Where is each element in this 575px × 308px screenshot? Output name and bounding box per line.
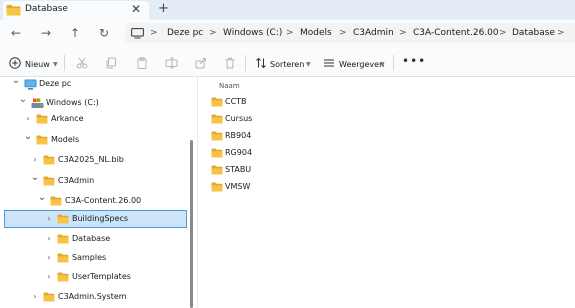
chevron-down-icon[interactable]: ⌄ bbox=[23, 132, 33, 142]
breadcrumb-c3a-content[interactable]: C3A-Content.26.00 bbox=[413, 27, 499, 39]
file-item-stabu[interactable]: STABU bbox=[225, 165, 251, 175]
tree-item-c3a2025-nl-bib[interactable]: C3A2025_NL.bib bbox=[58, 155, 124, 165]
view-list-icon bbox=[323, 57, 335, 69]
folder-icon bbox=[36, 114, 48, 124]
tree-item-deze-pc[interactable]: Deze pc bbox=[39, 79, 71, 89]
file-item-vmsw[interactable]: VMSW bbox=[225, 182, 250, 192]
add-circle-icon bbox=[9, 57, 21, 69]
tree-item-samples[interactable]: Samples bbox=[72, 253, 106, 263]
chevron-down-icon[interactable]: ⌄ bbox=[18, 95, 28, 105]
column-header-name[interactable]: Naam bbox=[219, 82, 240, 91]
file-item-rb904[interactable]: RB904 bbox=[225, 131, 251, 141]
chevron-right-icon[interactable]: › bbox=[44, 272, 54, 282]
close-tab-icon[interactable]: ✕ bbox=[131, 1, 141, 17]
tree-scrollbar[interactable] bbox=[190, 140, 193, 308]
sort-icon bbox=[255, 57, 267, 69]
tab-title: Database bbox=[25, 4, 68, 14]
tree-item-buildingspecs[interactable]: BuildingSpecs bbox=[72, 214, 128, 224]
breadcrumb-separator: > bbox=[339, 28, 347, 38]
delete-icon[interactable] bbox=[224, 57, 236, 69]
more-options-icon[interactable]: ••• bbox=[402, 55, 426, 67]
breadcrumb-separator: > bbox=[499, 28, 507, 38]
chevron-right-icon[interactable]: › bbox=[44, 214, 54, 224]
chevron-right-icon[interactable]: › bbox=[30, 155, 40, 165]
share-icon[interactable] bbox=[195, 57, 207, 69]
chevron-down-icon[interactable]: ▼ bbox=[53, 59, 58, 70]
tree-item-database[interactable]: Database bbox=[72, 234, 110, 244]
tree-item-usertemplates[interactable]: UserTemplates bbox=[72, 272, 131, 282]
folder-icon bbox=[211, 165, 223, 175]
folder-icon bbox=[211, 148, 223, 158]
breadcrumb-windows-c[interactable]: Windows (C:) bbox=[223, 27, 282, 39]
chevron-right-icon[interactable]: › bbox=[44, 234, 54, 244]
computer-icon bbox=[24, 79, 37, 90]
folder-icon bbox=[211, 97, 223, 107]
breadcrumb-models[interactable]: Models bbox=[300, 27, 332, 39]
breadcrumb-deze-pc[interactable]: Deze pc bbox=[167, 27, 203, 39]
chevron-down-icon[interactable]: ▼ bbox=[306, 59, 311, 70]
breadcrumb-separator: > bbox=[286, 28, 294, 38]
file-item-cctb[interactable]: CCTB bbox=[225, 97, 247, 107]
sort-button[interactable]: Sorteren bbox=[270, 59, 304, 70]
breadcrumb-separator: > bbox=[557, 28, 565, 38]
folder-icon bbox=[211, 131, 223, 141]
breadcrumb-database[interactable]: Database bbox=[512, 27, 555, 39]
chevron-right-icon[interactable]: › bbox=[30, 292, 40, 302]
breadcrumb-separator: > bbox=[150, 28, 158, 38]
file-item-cursus[interactable]: Cursus bbox=[225, 114, 252, 124]
breadcrumb-c3admin[interactable]: C3Admin bbox=[353, 27, 394, 39]
tree-item-c3admin-system[interactable]: C3Admin.System bbox=[58, 292, 127, 302]
forward-icon[interactable]: → bbox=[39, 27, 53, 40]
folder-icon bbox=[50, 196, 62, 206]
folder-icon bbox=[6, 4, 21, 16]
cut-icon[interactable] bbox=[76, 57, 88, 69]
chevron-down-icon[interactable]: ⌄ bbox=[30, 173, 40, 183]
folder-icon bbox=[43, 155, 55, 165]
chevron-down-icon[interactable]: ▼ bbox=[380, 59, 385, 70]
toolbar-divider bbox=[245, 55, 246, 71]
folder-icon bbox=[211, 114, 223, 124]
file-item-rg904[interactable]: RG904 bbox=[225, 148, 252, 158]
monitor-icon bbox=[131, 28, 144, 39]
tree-item-models[interactable]: Models bbox=[51, 135, 79, 145]
chevron-down-icon[interactable]: ⌄ bbox=[11, 76, 21, 86]
up-icon[interactable]: ↑ bbox=[68, 27, 82, 40]
tree-item-arkance[interactable]: Arkance bbox=[51, 114, 84, 124]
refresh-icon[interactable]: ↻ bbox=[97, 27, 111, 40]
folder-icon bbox=[57, 272, 69, 282]
folder-icon bbox=[57, 234, 69, 244]
toolbar-divider bbox=[64, 55, 65, 71]
breadcrumb-separator: > bbox=[399, 28, 407, 38]
tree-item-windows-c[interactable]: Windows (C:) bbox=[46, 98, 99, 108]
view-button[interactable]: Weergeven bbox=[339, 59, 384, 70]
copy-icon[interactable] bbox=[105, 57, 117, 69]
chevron-right-icon[interactable]: › bbox=[23, 114, 33, 124]
paste-icon[interactable] bbox=[136, 57, 148, 69]
folder-icon bbox=[57, 253, 69, 263]
new-tab-button[interactable]: + bbox=[158, 0, 169, 18]
toolbar-divider bbox=[393, 55, 394, 71]
rename-icon[interactable] bbox=[165, 57, 178, 69]
folder-icon bbox=[36, 135, 48, 145]
tree-item-c3admin[interactable]: C3Admin bbox=[58, 176, 94, 186]
folder-icon bbox=[57, 214, 69, 224]
chevron-right-icon[interactable]: › bbox=[44, 253, 54, 263]
back-icon[interactable]: ← bbox=[9, 27, 23, 40]
folder-icon bbox=[43, 176, 55, 186]
chevron-down-icon[interactable]: ⌄ bbox=[37, 193, 47, 203]
drive-icon bbox=[31, 98, 44, 109]
folder-icon bbox=[211, 182, 223, 192]
folder-icon bbox=[43, 292, 55, 302]
tree-item-c3a-content[interactable]: C3A-Content.26.00 bbox=[65, 196, 141, 206]
pane-divider[interactable] bbox=[197, 76, 198, 308]
new-button[interactable]: Nieuw bbox=[25, 59, 50, 70]
breadcrumb-separator: > bbox=[209, 28, 217, 38]
